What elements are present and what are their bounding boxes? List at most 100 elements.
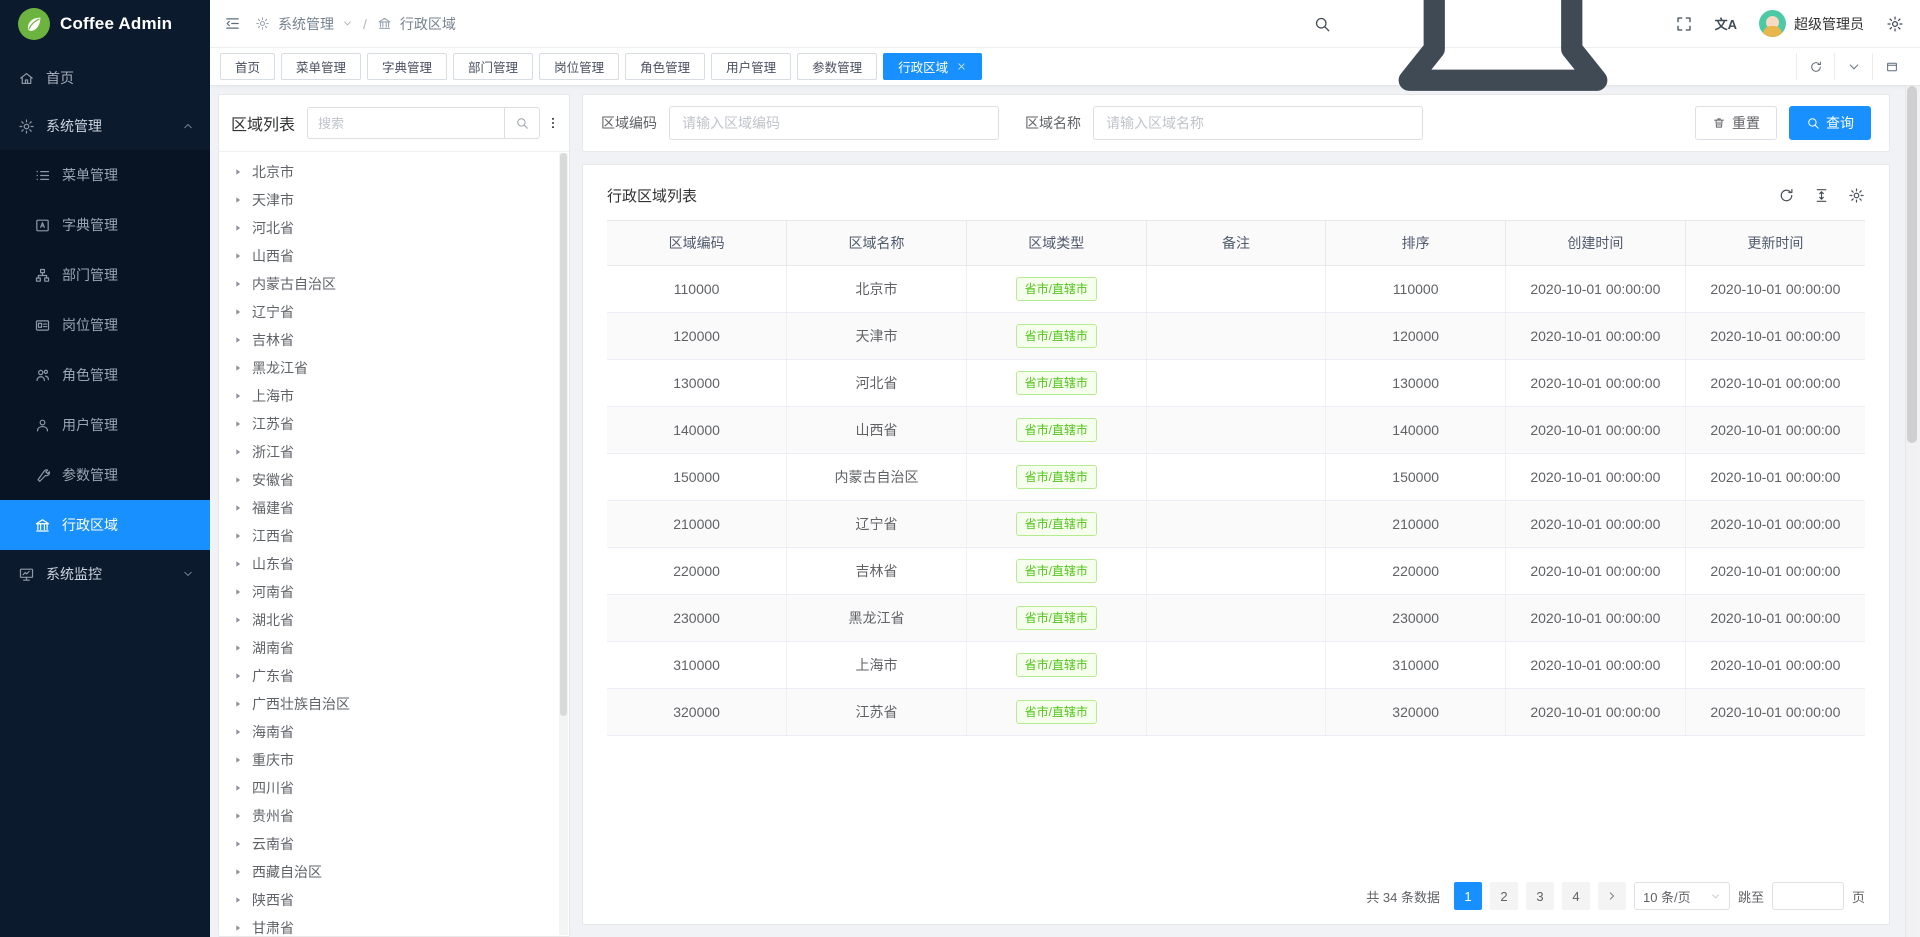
tree-item[interactable]: 河北省 [219,214,569,242]
tab[interactable]: 部门管理 [453,53,533,80]
table-row[interactable]: 110000北京市省市/直辖市1100002020-10-01 00:00:00… [607,266,1865,313]
tree-item[interactable]: 天津市 [219,186,569,214]
table-column-header[interactable]: 备注 [1146,221,1326,266]
region-name-input[interactable] [1093,106,1423,140]
tree-item[interactable]: 河南省 [219,578,569,606]
sidebar-item[interactable]: 岗位管理 [0,300,210,350]
table-column-header[interactable]: 区域类型 [966,221,1146,266]
tab[interactable]: 岗位管理 [539,53,619,80]
table-row[interactable]: 230000黑龙江省省市/直辖市2300002020-10-01 00:00:0… [607,595,1865,642]
sidebar-item[interactable]: 首页 [0,54,210,102]
tree-item[interactable]: 江西省 [219,522,569,550]
window-scrollbar[interactable] [1905,86,1918,937]
table-column-header[interactable]: 更新时间 [1685,221,1865,266]
sidebar-group-label: 系统监控 [46,564,182,584]
sidebar-item[interactable]: 菜单管理 [0,150,210,200]
table-column-header[interactable]: 创建时间 [1506,221,1686,266]
tree-item[interactable]: 湖南省 [219,634,569,662]
tab[interactable]: 角色管理 [625,53,705,80]
tree-item[interactable]: 陕西省 [219,886,569,914]
tree-item[interactable]: 重庆市 [219,746,569,774]
breadcrumb-section[interactable]: 系统管理 [278,14,334,34]
table-row[interactable]: 320000江苏省省市/直辖市3200002020-10-01 00:00:00… [607,689,1865,736]
page-button[interactable]: 3 [1526,882,1554,910]
region-code-input[interactable] [669,106,999,140]
next-page-button[interactable] [1598,882,1626,910]
tab-close-icon[interactable] [956,61,967,72]
search-icon[interactable] [1313,15,1331,33]
tab[interactable]: 参数管理 [797,53,877,80]
sidebar-group[interactable]: 系统监控 [0,550,210,598]
tree-item[interactable]: 吉林省 [219,326,569,354]
table-row[interactable]: 210000辽宁省省市/直辖市2100002020-10-01 00:00:00… [607,501,1865,548]
table-cell: 320000 [607,689,787,736]
fullscreen-icon[interactable] [1675,15,1693,33]
table-column-header[interactable]: 区域编码 [607,221,787,266]
table-row[interactable]: 140000山西省省市/直辖市1400002020-10-01 00:00:00… [607,407,1865,454]
tree-item[interactable]: 福建省 [219,494,569,522]
tree-item[interactable]: 黑龙江省 [219,354,569,382]
table-refresh-icon[interactable] [1778,187,1795,204]
tree-item[interactable]: 山东省 [219,550,569,578]
table-row[interactable]: 120000天津市省市/直辖市1200002020-10-01 00:00:00… [607,313,1865,360]
language-switch-icon[interactable]: 文A [1715,14,1737,33]
page-button[interactable]: 4 [1562,882,1590,910]
tab[interactable]: 行政区域 [883,53,982,80]
sidebar-item[interactable]: 参数管理 [0,450,210,500]
tree-item[interactable]: 上海市 [219,382,569,410]
table-column-header[interactable]: 区域名称 [787,221,967,266]
settings-gear-icon[interactable] [1886,15,1904,33]
refresh-tab-button[interactable] [1796,53,1834,80]
tree-item[interactable]: 内蒙古自治区 [219,270,569,298]
tree-item[interactable]: 浙江省 [219,438,569,466]
table-row[interactable]: 220000吉林省省市/直辖市2200002020-10-01 00:00:00… [607,548,1865,595]
tree-item[interactable]: 云南省 [219,830,569,858]
table-row[interactable]: 310000上海市省市/直辖市3100002020-10-01 00:00:00… [607,642,1865,689]
tree-item[interactable]: 西藏自治区 [219,858,569,886]
table-row[interactable]: 150000内蒙古自治区省市/直辖市1500002020-10-01 00:00… [607,454,1865,501]
jump-page-input[interactable] [1772,882,1844,910]
page-button[interactable]: 2 [1490,882,1518,910]
tree-search-button[interactable] [504,107,540,139]
row-density-icon[interactable] [1813,187,1830,204]
tree-item[interactable]: 辽宁省 [219,298,569,326]
logo[interactable]: Coffee Admin [0,0,210,48]
query-button[interactable]: 查询 [1789,106,1871,140]
sidebar-item[interactable]: 字典管理 [0,200,210,250]
maximize-view-button[interactable] [1872,53,1910,80]
sidebar-item[interactable]: 用户管理 [0,400,210,450]
tab[interactable]: 用户管理 [711,53,791,80]
column-settings-icon[interactable] [1848,187,1865,204]
sidebar-item[interactable]: 角色管理 [0,350,210,400]
tab[interactable]: 菜单管理 [281,53,361,80]
tab-options-button[interactable] [1834,53,1872,80]
tree-search-input[interactable] [307,107,504,139]
sidebar-group[interactable]: 系统管理 [0,102,210,150]
tree-item[interactable]: 四川省 [219,774,569,802]
user-menu[interactable]: 超级管理员 [1759,10,1864,37]
tree-item[interactable]: 北京市 [219,158,569,186]
sidebar-item[interactable]: 行政区域 [0,500,210,550]
table-row[interactable]: 130000河北省省市/直辖市1300002020-10-01 00:00:00… [607,360,1865,407]
page-button[interactable]: 1 [1454,882,1482,910]
collapse-sidebar-icon[interactable] [224,15,241,32]
tree-item[interactable]: 安徽省 [219,466,569,494]
tree-item[interactable]: 广东省 [219,662,569,690]
page-size-select[interactable]: 10 条/页 [1634,882,1730,910]
tree-item[interactable]: 海南省 [219,718,569,746]
table-cell [1146,360,1326,407]
tree-item[interactable]: 山西省 [219,242,569,270]
table-column-header[interactable]: 排序 [1326,221,1506,266]
tree-item[interactable]: 贵州省 [219,802,569,830]
tab[interactable]: 字典管理 [367,53,447,80]
tree-item[interactable]: 湖北省 [219,606,569,634]
tree-scrollbar[interactable] [559,153,568,935]
tree-item[interactable]: 江苏省 [219,410,569,438]
reset-button[interactable]: 重置 [1695,106,1777,140]
sidebar-item[interactable]: 部门管理 [0,250,210,300]
sidebar-item-label: 菜单管理 [62,165,194,185]
tree-item[interactable]: 甘肃省 [219,914,569,936]
tree-more-button[interactable] [546,107,560,139]
tab[interactable]: 首页 [220,53,275,80]
tree-item[interactable]: 广西壮族自治区 [219,690,569,718]
